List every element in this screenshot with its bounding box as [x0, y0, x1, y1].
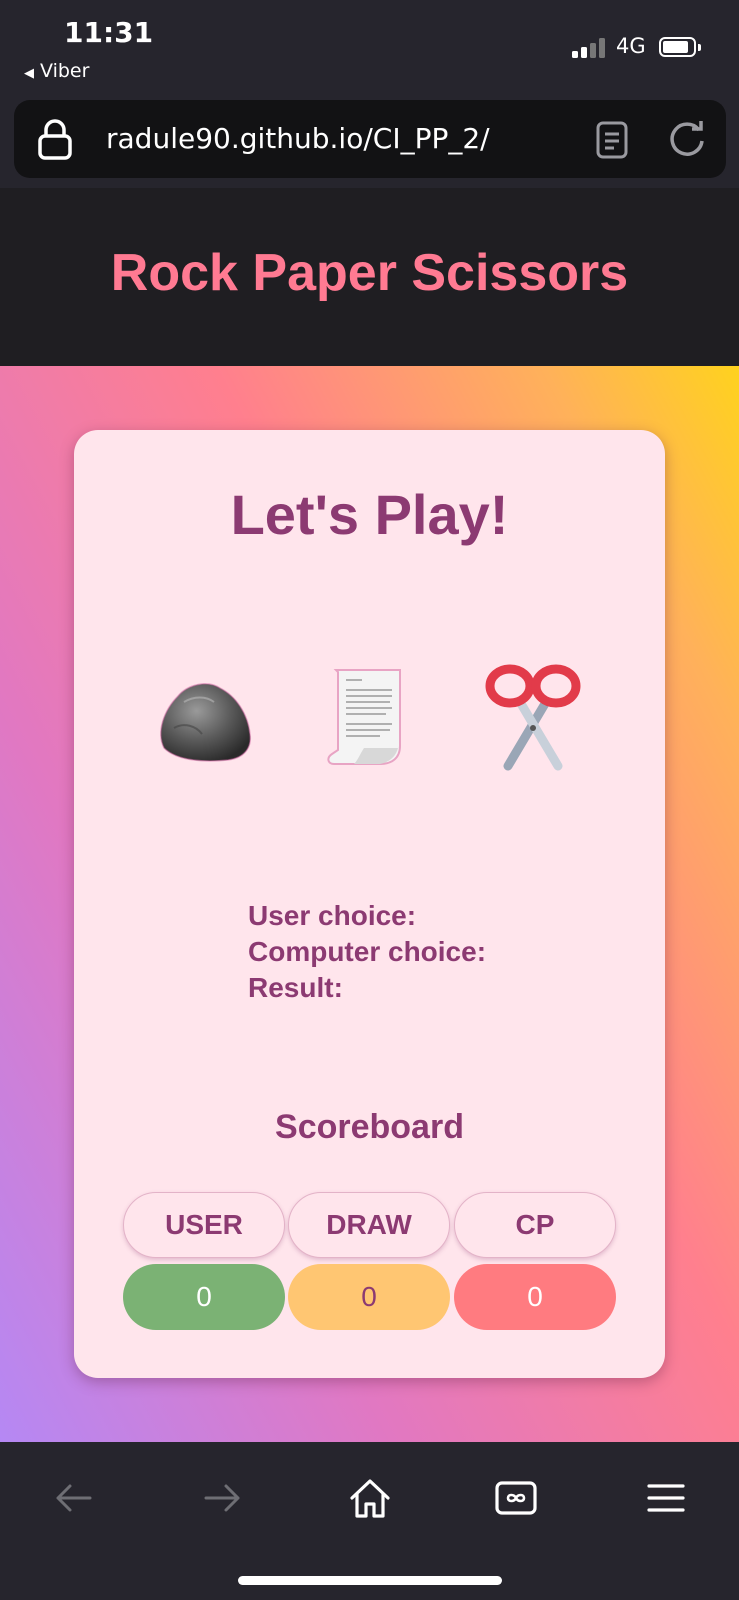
game-card: Let's Play! User choice: Computer choice…	[74, 430, 665, 1378]
private-tabs-icon[interactable]	[490, 1472, 542, 1524]
url-text[interactable]: radule90.github.io/CI_PP_2/	[106, 122, 490, 155]
game-heading: Let's Play!	[230, 483, 509, 546]
signal-icon	[572, 38, 608, 58]
home-indicator	[238, 1576, 502, 1585]
reload-icon[interactable]	[666, 118, 708, 160]
score-header-draw: DRAW	[288, 1192, 450, 1258]
score-value-cp: 0	[454, 1264, 616, 1330]
scoreboard-title: Scoreboard	[275, 1108, 464, 1146]
score-header-cp: CP	[454, 1192, 616, 1258]
rock-icon[interactable]	[150, 662, 260, 772]
browser-toolbar	[0, 1442, 739, 1600]
forward-arrow-icon[interactable]	[196, 1472, 248, 1524]
status-bar: 11:31 ◀ Viber 4G	[0, 0, 739, 96]
address-bar[interactable]: radule90.github.io/CI_PP_2/	[14, 100, 726, 178]
score-header-user: USER	[123, 1192, 285, 1258]
reader-mode-icon[interactable]	[594, 120, 630, 160]
site-title: Rock Paper Scissors	[110, 244, 629, 302]
score-value-draw: 0	[288, 1264, 450, 1330]
network-type: 4G	[616, 34, 646, 58]
home-icon[interactable]	[344, 1472, 396, 1524]
choice-row	[74, 662, 665, 772]
scissors-icon[interactable]	[478, 662, 588, 772]
score-value-user: 0	[123, 1264, 285, 1330]
back-triangle-icon: ◀	[24, 66, 34, 81]
battery-icon	[659, 37, 701, 57]
result-label: Result:	[248, 972, 343, 1003]
back-app-label: Viber	[40, 60, 90, 82]
game-background: Let's Play! User choice: Computer choice…	[0, 366, 739, 1442]
computer-choice-label: Computer choice:	[248, 936, 487, 967]
back-arrow-icon[interactable]	[48, 1472, 100, 1524]
round-info: User choice: Computer choice: Result:	[248, 898, 486, 1006]
status-time: 11:31	[64, 16, 154, 49]
site-header: Rock Paper Scissors	[0, 188, 739, 366]
paper-scroll-icon[interactable]	[314, 662, 424, 772]
user-choice-label: User choice:	[248, 900, 417, 931]
back-to-app-link[interactable]: ◀ Viber	[24, 60, 89, 82]
lock-icon	[38, 119, 72, 160]
menu-icon[interactable]	[640, 1472, 692, 1524]
